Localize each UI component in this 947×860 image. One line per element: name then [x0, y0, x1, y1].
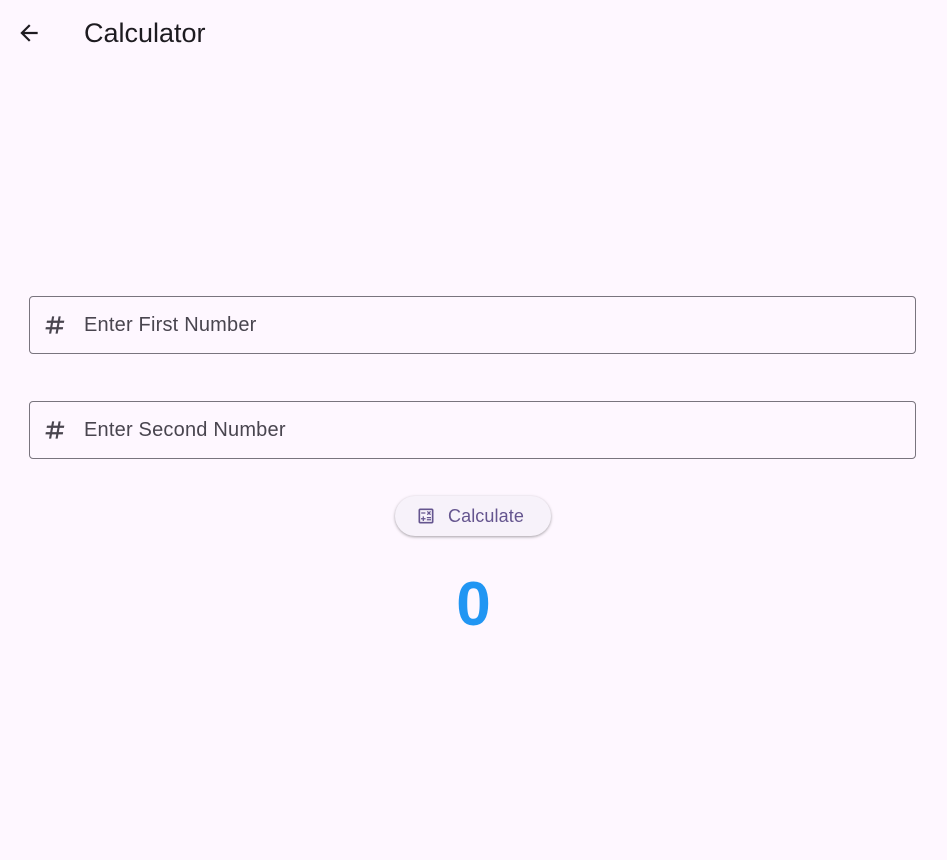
arrow-back-icon — [20, 24, 38, 42]
second-number-field[interactable] — [29, 401, 916, 459]
first-number-field[interactable] — [29, 296, 916, 354]
page-title: Calculator — [84, 18, 206, 48]
result-value: 0 — [456, 570, 491, 639]
hash-icon — [42, 312, 68, 338]
calculate-button-label: Calculate — [448, 505, 524, 526]
calculate-button[interactable]: Calculate — [395, 496, 551, 536]
back-button[interactable] — [9, 13, 49, 53]
app-bar: Calculator — [0, 0, 947, 66]
second-number-input[interactable] — [84, 402, 915, 458]
calculate-icon — [416, 506, 436, 526]
first-number-input[interactable] — [84, 297, 915, 353]
hash-icon — [42, 417, 68, 443]
